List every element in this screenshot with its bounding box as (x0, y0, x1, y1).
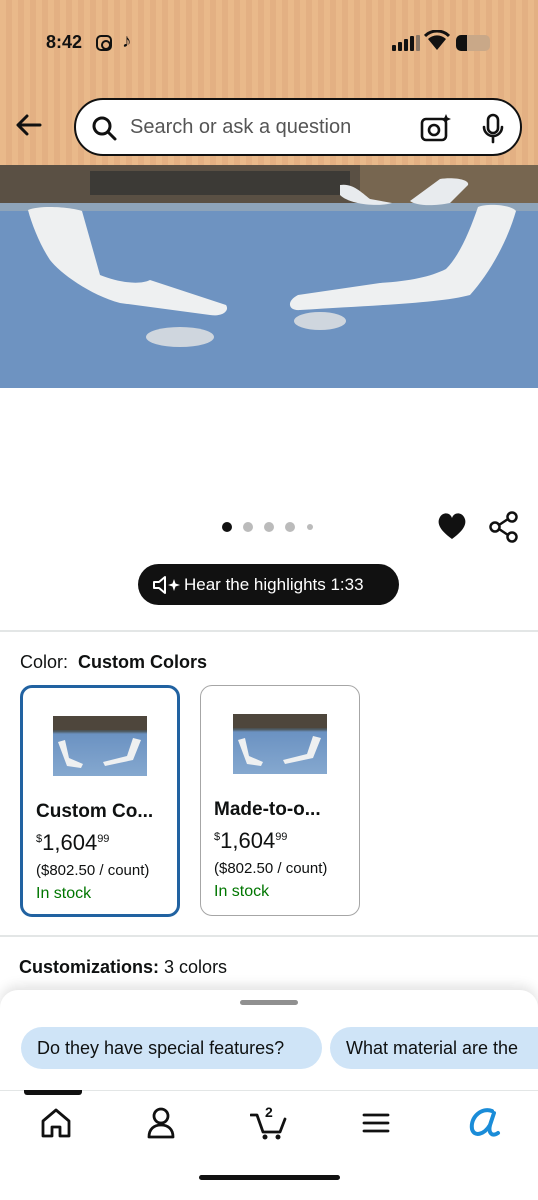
wifi-icon (424, 30, 450, 50)
pagination-dot[interactable] (285, 522, 295, 532)
search-input[interactable]: Search or ask a question (130, 116, 351, 139)
section-divider (0, 935, 538, 937)
pool-lounger-photo (0, 165, 538, 388)
microphone-icon[interactable] (480, 113, 506, 145)
home-icon[interactable] (36, 1105, 76, 1141)
rufus-suggestion-sheet: Do they have special features? What mate… (0, 990, 538, 1200)
customizations-label: Customizations: (19, 957, 160, 977)
search-bar[interactable]: Search or ask a question (74, 98, 522, 156)
color-selector-label: Color: Custom Colors (20, 652, 207, 673)
instagram-icon (96, 35, 112, 51)
option-price: $1,60499 (214, 828, 288, 853)
option-title: Made-to-o... (214, 799, 321, 820)
active-tab-indicator (24, 1090, 82, 1095)
camera-sparkle-icon[interactable] (420, 113, 452, 143)
option-unit-price: ($802.50 / count) (36, 862, 150, 879)
system-home-indicator (199, 1175, 340, 1180)
search-icon (92, 116, 117, 141)
back-arrow-icon[interactable] (12, 108, 46, 142)
hear-highlights-label: Hear the highlights 1:33 (184, 575, 364, 594)
pagination-dot-active[interactable] (222, 522, 232, 532)
status-time: 8:42 (46, 32, 83, 52)
suggestion-chip-label: Do they have special features? (37, 1038, 285, 1058)
selected-color-value: Custom Colors (78, 652, 208, 672)
signal-icon (392, 35, 420, 51)
speaker-sparkle-icon (153, 576, 180, 594)
cart-count-badge: 2 (265, 1104, 273, 1120)
option-unit-price: ($802.50 / count) (214, 860, 328, 877)
share-icon[interactable] (488, 511, 520, 543)
suggestion-chip[interactable]: Do they have special features? (21, 1027, 322, 1069)
menu-icon[interactable] (356, 1105, 396, 1141)
section-divider (0, 630, 538, 632)
heart-icon[interactable] (436, 511, 468, 541)
suggestion-chip[interactable]: What material are the (330, 1027, 538, 1069)
option-availability: In stock (214, 883, 270, 900)
color-option-made-to-order[interactable]: Made-to-o... $1,60499 ($802.50 / count) … (200, 685, 360, 916)
tiktok-icon: ♪ (122, 31, 132, 52)
account-icon[interactable] (141, 1105, 181, 1141)
hear-highlights-button[interactable]: Hear the highlights 1:33 (138, 564, 399, 605)
swatch-thumbnail (233, 714, 327, 774)
swatch-thumbnail (53, 716, 147, 776)
suggestion-chip-label: What material are the (346, 1038, 519, 1058)
option-title: Custom Co... (36, 801, 154, 822)
product-image[interactable] (0, 165, 538, 388)
color-label: Color: (20, 652, 69, 672)
pagination-dot[interactable] (307, 524, 313, 530)
option-price: $1,60499 (36, 830, 110, 855)
customizations-row[interactable]: Customizations: 3 colors (19, 957, 227, 978)
rufus-icon[interactable] (464, 1105, 504, 1141)
battery-icon (456, 35, 490, 51)
top-header: 8:42 ♪ Search or ask a question (0, 0, 538, 165)
option-availability: In stock (36, 885, 92, 902)
customizations-value: 3 colors (164, 957, 228, 977)
pagination-dot[interactable] (243, 522, 253, 532)
sheet-drag-handle[interactable] (240, 1000, 298, 1005)
color-option-custom-colors[interactable]: Custom Co... $1,60499 ($802.50 / count) … (20, 685, 180, 917)
pagination-dot[interactable] (264, 522, 274, 532)
